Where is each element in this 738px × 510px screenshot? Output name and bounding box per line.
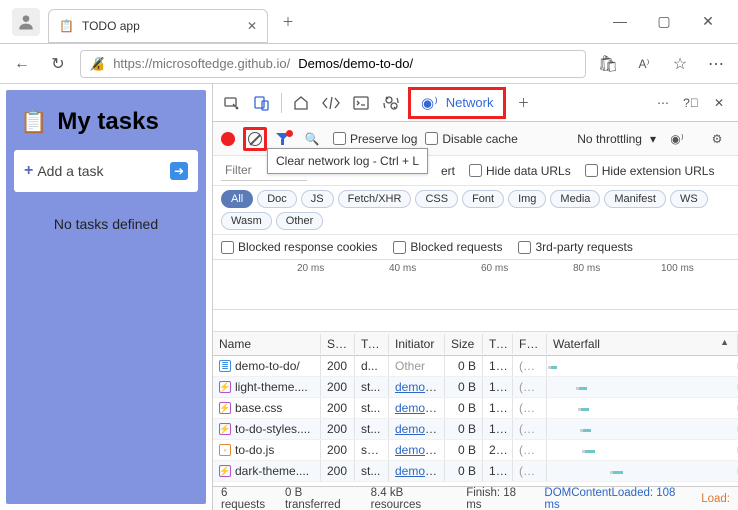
profile-avatar[interactable] bbox=[12, 8, 40, 36]
file-css-icon: ⚡ bbox=[219, 423, 231, 435]
network-settings-icon[interactable]: ⚙ bbox=[704, 127, 730, 151]
favorite-icon[interactable]: ☆ bbox=[666, 50, 694, 78]
preserve-log-checkbox[interactable]: Preserve log bbox=[333, 132, 417, 146]
clear-log-button[interactable] bbox=[243, 127, 267, 151]
blocked-cookies-checkbox[interactable]: Blocked response cookies bbox=[221, 240, 377, 254]
requests-table-header[interactable]: Name St... Ty... Initiator Size Ti... Fu… bbox=[213, 332, 738, 356]
file-doc-icon: ≣ bbox=[219, 360, 231, 372]
hide-data-urls-checkbox[interactable]: Hide data URLs bbox=[469, 164, 571, 178]
type-chip-css[interactable]: CSS bbox=[415, 190, 458, 208]
refresh-button[interactable]: ↻ bbox=[44, 50, 72, 78]
address-bar[interactable]: 🔏 https://microsoftedge.github.io/Demos/… bbox=[80, 50, 586, 78]
sources-tab-icon[interactable] bbox=[378, 91, 404, 115]
submit-arrow-icon[interactable]: ➜ bbox=[170, 162, 188, 180]
plus-icon: + bbox=[24, 162, 33, 180]
devtools-close-icon[interactable]: ✕ bbox=[706, 91, 732, 115]
device-toggle-icon[interactable] bbox=[249, 91, 275, 115]
add-task-label: Add a task bbox=[37, 163, 103, 179]
filter-toggle-icon[interactable] bbox=[275, 131, 291, 147]
clear-tooltip: Clear network log - Ctrl + L bbox=[267, 148, 428, 174]
clipboard-icon: 📋 bbox=[20, 109, 47, 135]
back-button[interactable]: ← bbox=[8, 50, 36, 78]
favicon-icon: 📋 bbox=[59, 19, 74, 33]
type-chip-manifest[interactable]: Manifest bbox=[604, 190, 666, 208]
file-css-icon: ⚡ bbox=[219, 381, 231, 393]
type-chip-fetch-xhr[interactable]: Fetch/XHR bbox=[338, 190, 412, 208]
type-chip-wasm[interactable]: Wasm bbox=[221, 212, 272, 230]
file-js-icon: ◦ bbox=[219, 444, 231, 456]
url-path: Demos/demo-to-do/ bbox=[298, 56, 413, 71]
read-aloud-icon[interactable]: A⁾ bbox=[630, 50, 658, 78]
invert-cut: ert bbox=[441, 164, 455, 178]
devtools-panel: ◉⁾ Network ＋ ⋯ ?⃝ ✕ Clear network log - … bbox=[212, 84, 738, 510]
network-status-bar: 6 requests 0 B transferred 8.4 kB resour… bbox=[213, 486, 738, 510]
empty-state: No tasks defined bbox=[14, 216, 198, 232]
table-row[interactable]: ⚡light-theme....200st...demo-...0 B1 ...… bbox=[213, 377, 738, 398]
site-info-icon[interactable]: 🔏 bbox=[89, 56, 105, 72]
table-row[interactable]: ≣demo-to-do/200d...Other0 B1 ...(di... bbox=[213, 356, 738, 377]
devtools-more-icon[interactable]: ⋯ bbox=[650, 91, 676, 115]
type-chip-media[interactable]: Media bbox=[550, 190, 600, 208]
network-conditions-icon[interactable]: ◉⁾ bbox=[664, 127, 690, 151]
browser-tab-strip: 📋 TODO app ✕ ＋ ― ▢ ✕ bbox=[0, 0, 738, 44]
throttling-select[interactable]: No throttling bbox=[577, 132, 642, 146]
devtools-tabbar: ◉⁾ Network ＋ ⋯ ?⃝ ✕ bbox=[213, 84, 738, 122]
blocked-requests-checkbox[interactable]: Blocked requests bbox=[393, 240, 502, 254]
add-task-input[interactable]: + Add a task ➜ bbox=[14, 150, 198, 192]
thirdparty-checkbox[interactable]: 3rd-party requests bbox=[518, 240, 632, 254]
disable-cache-checkbox[interactable]: Disable cache bbox=[425, 132, 517, 146]
search-icon[interactable]: 🔍 bbox=[299, 127, 325, 151]
elements-tab-icon[interactable] bbox=[318, 91, 344, 115]
type-chip-ws[interactable]: WS bbox=[670, 190, 708, 208]
more-icon[interactable]: ⋯ bbox=[702, 50, 730, 78]
new-tab-button[interactable]: ＋ bbox=[274, 8, 302, 36]
record-button[interactable] bbox=[221, 132, 235, 146]
hide-ext-urls-checkbox[interactable]: Hide extension URLs bbox=[585, 164, 715, 178]
table-row[interactable]: ⚡to-do-styles....200st...demo-...0 B1 ..… bbox=[213, 419, 738, 440]
browser-tab[interactable]: 📋 TODO app ✕ bbox=[48, 9, 268, 43]
type-chip-doc[interactable]: Doc bbox=[257, 190, 297, 208]
todo-app: 📋My tasks + Add a task ➜ No tasks define… bbox=[6, 90, 206, 504]
console-tab-icon[interactable] bbox=[348, 91, 374, 115]
blocked-row: Blocked response cookies Blocked request… bbox=[213, 235, 738, 260]
address-bar-row: ← ↻ 🔏 https://microsoftedge.github.io/De… bbox=[0, 44, 738, 84]
type-chip-img[interactable]: Img bbox=[508, 190, 546, 208]
timeline-overview[interactable]: 20 ms 40 ms 60 ms 80 ms 100 ms bbox=[213, 260, 738, 310]
window-controls: ― ▢ ✕ bbox=[606, 13, 734, 30]
type-chip-all[interactable]: All bbox=[221, 190, 253, 208]
app-heading: 📋My tasks bbox=[14, 104, 198, 150]
tab-title: TODO app bbox=[82, 19, 239, 33]
table-row[interactable]: ◦to-do.js200sc...demo-...0 B2 ...(di... bbox=[213, 440, 738, 461]
more-tabs-button[interactable]: ＋ bbox=[510, 91, 536, 115]
tab-close-icon[interactable]: ✕ bbox=[247, 19, 257, 33]
url-prefix: https://microsoftedge.github.io/ bbox=[113, 56, 290, 71]
resource-type-filters: AllDocJSFetch/XHRCSSFontImgMediaManifest… bbox=[213, 186, 738, 235]
welcome-tab-icon[interactable] bbox=[288, 91, 314, 115]
inspect-icon[interactable] bbox=[219, 91, 245, 115]
type-chip-js[interactable]: JS bbox=[301, 190, 334, 208]
close-window-icon[interactable]: ✕ bbox=[694, 13, 722, 30]
requests-table-body: ≣demo-to-do/200d...Other0 B1 ...(di...⚡l… bbox=[213, 356, 738, 482]
table-row[interactable]: ⚡dark-theme....200st...demo-...0 B1 ...(… bbox=[213, 461, 738, 482]
help-icon[interactable]: ?⃝ bbox=[678, 91, 704, 115]
minimize-icon[interactable]: ― bbox=[606, 13, 634, 30]
type-chip-font[interactable]: Font bbox=[462, 190, 504, 208]
maximize-icon[interactable]: ▢ bbox=[650, 13, 678, 30]
table-row[interactable]: ⚡base.css200st...demo-...0 B1 ...(di... bbox=[213, 398, 738, 419]
file-css-icon: ⚡ bbox=[219, 465, 231, 477]
throttling-caret-icon[interactable]: ▾ bbox=[650, 132, 656, 146]
network-toolbar: Clear network log - Ctrl + L 🔍 Preserve … bbox=[213, 122, 738, 156]
tab-network[interactable]: ◉⁾ Network bbox=[408, 87, 506, 119]
file-css-icon: ⚡ bbox=[219, 402, 231, 414]
network-icon: ◉⁾ bbox=[421, 94, 438, 112]
type-chip-other[interactable]: Other bbox=[276, 212, 324, 230]
shopping-icon[interactable]: 🛍 bbox=[594, 50, 622, 78]
